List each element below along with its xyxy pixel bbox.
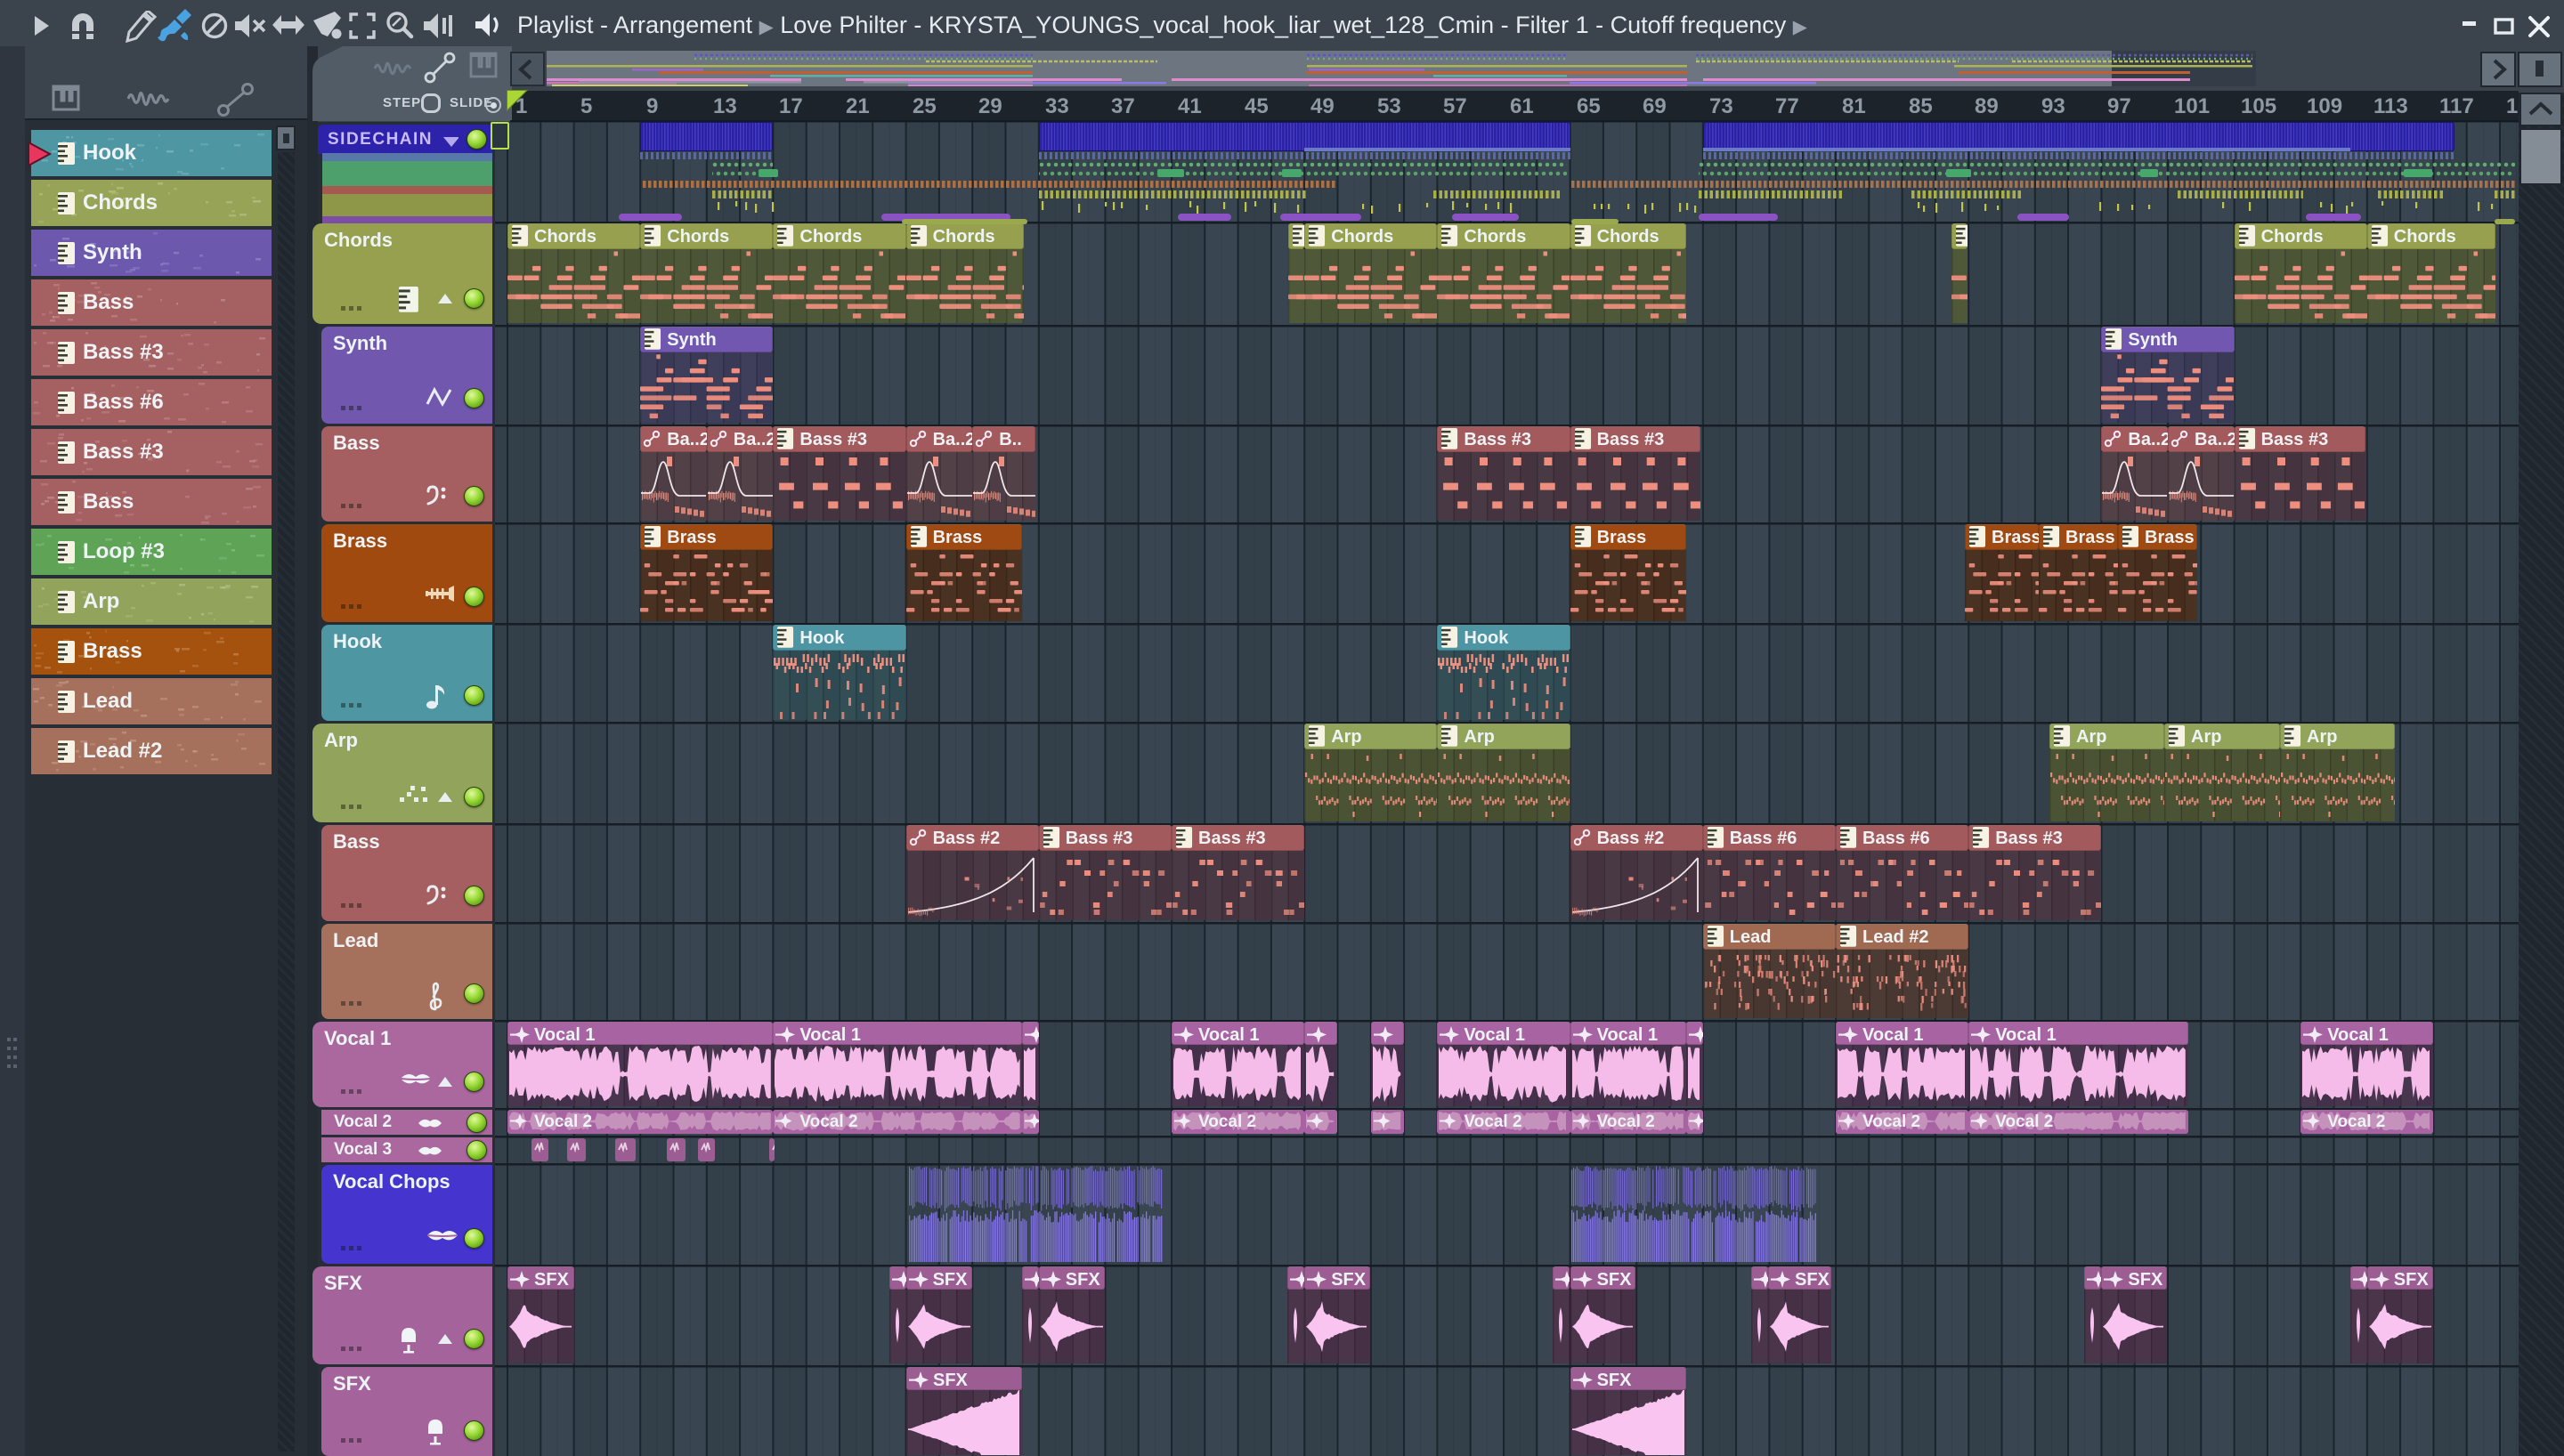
svg-text:13: 13 <box>713 94 737 118</box>
svg-text:101: 101 <box>2174 94 2210 118</box>
svg-text:29: 29 <box>978 94 1002 118</box>
svg-text:17: 17 <box>779 94 803 118</box>
svg-text:89: 89 <box>1975 94 1999 118</box>
svg-text:97: 97 <box>2107 94 2131 118</box>
svg-text:73: 73 <box>1709 94 1733 118</box>
svg-text:105: 105 <box>2241 94 2276 118</box>
svg-text:113: 113 <box>2373 94 2408 118</box>
svg-text:53: 53 <box>1377 94 1401 118</box>
svg-text:49: 49 <box>1310 94 1335 118</box>
svg-text:5: 5 <box>580 94 592 118</box>
svg-text:69: 69 <box>1643 94 1667 118</box>
svg-text:117: 117 <box>2439 94 2474 118</box>
svg-text:121: 121 <box>2506 94 2519 118</box>
svg-text:65: 65 <box>1577 94 1601 118</box>
svg-text:25: 25 <box>913 94 937 118</box>
svg-text:57: 57 <box>1443 94 1467 118</box>
svg-text:9: 9 <box>646 94 658 118</box>
svg-text:81: 81 <box>1842 94 1866 118</box>
svg-text:37: 37 <box>1111 94 1135 118</box>
svg-text:109: 109 <box>2307 94 2342 118</box>
svg-text:45: 45 <box>1245 94 1269 118</box>
svg-text:93: 93 <box>2041 94 2065 118</box>
svg-text:21: 21 <box>846 94 870 118</box>
svg-text:85: 85 <box>1909 94 1933 118</box>
svg-text:77: 77 <box>1775 94 1799 118</box>
svg-text:33: 33 <box>1045 94 1069 118</box>
svg-text:61: 61 <box>1510 94 1534 118</box>
svg-text:41: 41 <box>1178 94 1202 118</box>
